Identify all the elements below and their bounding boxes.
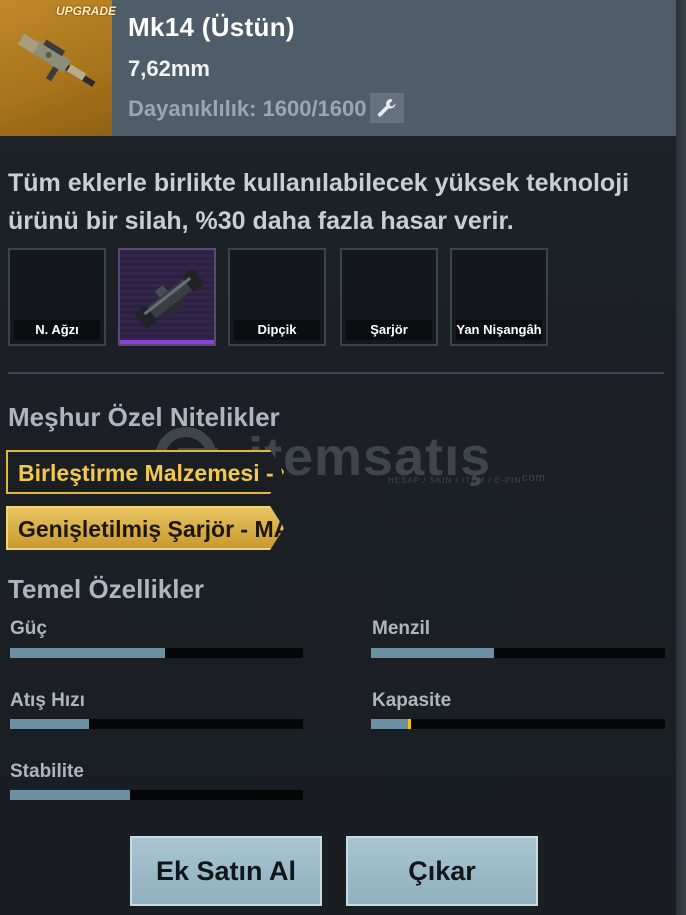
watermark-text: itemsatış	[248, 427, 492, 487]
watermark-suffix: .com	[518, 472, 546, 484]
slot-magazine[interactable]: Şarjör	[340, 248, 438, 346]
special-tag-extended-mag[interactable]: Genişletilmiş Şarjör - MAX	[6, 506, 284, 550]
weapon-title: Mk14 (Üstün)	[128, 12, 295, 42]
stat-label-stability: Stabilite	[10, 761, 84, 782]
item-header: UPGRADE Mk14 (Üstün) 7,62mm Dayanıklılık…	[0, 0, 676, 136]
stat-bar-fire-rate	[10, 719, 303, 729]
remove-button[interactable]: Çıkar	[346, 836, 538, 906]
slot-label: Şarjör	[346, 320, 432, 340]
slot-label: N. Ağzı	[14, 320, 100, 340]
slot-stock[interactable]: Dipçik	[228, 248, 326, 346]
stat-label-power: Güç	[10, 618, 47, 639]
weapon-thumbnail: UPGRADE	[0, 0, 117, 136]
watermark-subtext: HESAP / SKIN / ITEM / E-PIN	[388, 476, 522, 485]
panel-edge	[676, 0, 686, 915]
slot-muzzle[interactable]: N. Ağzı	[8, 248, 106, 346]
repair-button[interactable]	[370, 93, 404, 123]
slot-scope[interactable]	[118, 248, 216, 346]
section-divider	[8, 372, 664, 374]
stat-fill	[371, 719, 410, 729]
weapon-caliber: 7,62mm	[128, 56, 210, 81]
stat-bar-stability	[10, 790, 303, 800]
base-stats-title: Temel Özellikler	[8, 574, 205, 604]
buy-extra-button[interactable]: Ek Satın Al	[130, 836, 322, 906]
weapon-description: Tüm eklerle birlikte kullanılabilecek yü…	[8, 169, 630, 235]
wrench-icon	[377, 99, 396, 117]
weapon-detail-panel: UPGRADE Mk14 (Üstün) 7,62mm Dayanıklılık…	[0, 0, 686, 915]
scope-attachment-icon	[135, 269, 204, 329]
special-tag-merge-material[interactable]: Birleştirme Malzemesi - S	[6, 450, 284, 494]
stat-label-fire-rate: Atış Hızı	[10, 690, 85, 711]
stat-bar-power	[10, 648, 303, 658]
stat-fill	[10, 790, 131, 800]
stat-fill	[10, 719, 90, 729]
stat-label-capacity: Kapasite	[372, 690, 452, 711]
slot-label: Yan Nişangâh	[456, 320, 542, 340]
slot-side-sight[interactable]: Yan Nişangâh	[450, 248, 548, 346]
weapon-durability: Dayanıklılık: 1600/1600	[128, 96, 367, 121]
slot-label: Dipçik	[234, 320, 320, 340]
stat-label-range: Menzil	[372, 618, 431, 639]
stat-fill	[10, 648, 166, 658]
stat-bar-capacity	[371, 719, 665, 729]
upgrade-badge: UPGRADE	[56, 4, 117, 18]
stat-bar-range	[371, 648, 665, 658]
stat-fill	[371, 648, 495, 658]
stat-marker	[408, 719, 412, 729]
special-attributes-title: Meşhur Özel Nitelikler	[8, 402, 280, 432]
rifle-icon	[17, 33, 96, 88]
